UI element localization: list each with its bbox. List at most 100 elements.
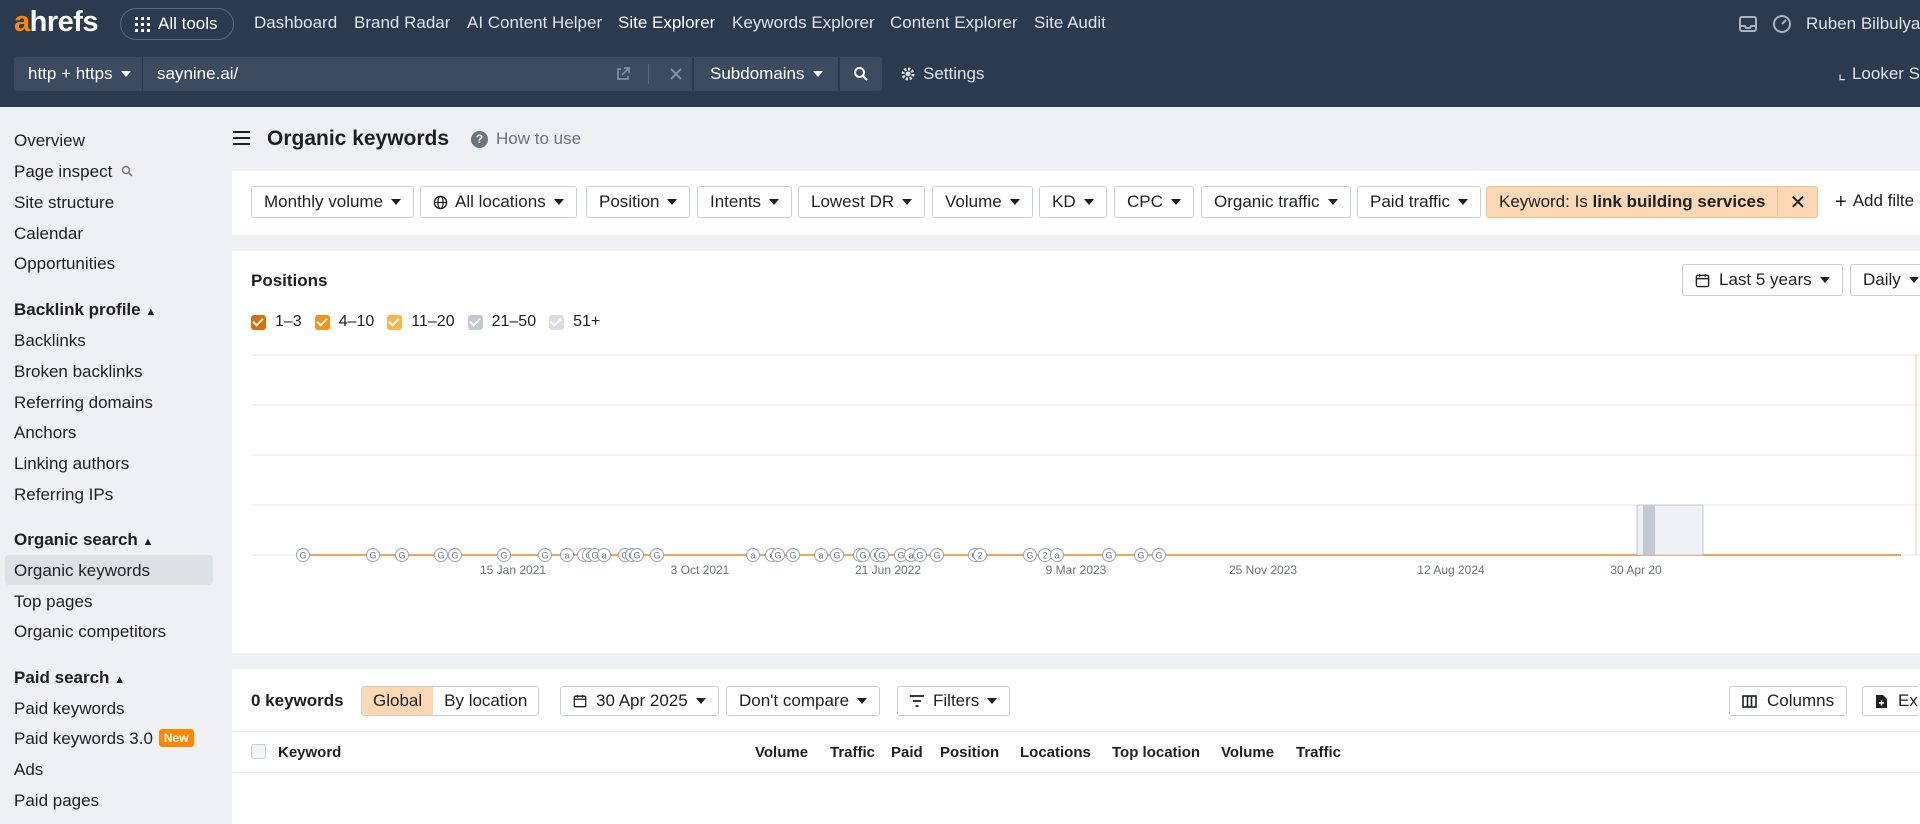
export-button[interactable]: Ex [1862, 686, 1918, 716]
filter-organic-traffic[interactable]: Organic traffic [1201, 186, 1351, 218]
menu-icon[interactable] [233, 131, 250, 145]
url-input[interactable]: saynine.ai/ [143, 57, 692, 91]
checkbox[interactable] [549, 314, 565, 330]
legend-item-1-3[interactable]: 1–3 [251, 313, 302, 331]
user-name[interactable]: Ruben Bilbulya [1806, 14, 1920, 34]
legend-item-11-20[interactable]: 11–20 [387, 313, 455, 331]
col-paid[interactable]: Paid [891, 744, 923, 761]
sidebar-item-paid-pages[interactable]: Paid pages [14, 791, 99, 811]
sidebar-item-organic-keywords[interactable]: Organic keywords [14, 561, 150, 581]
col-volume[interactable]: Volume [755, 744, 808, 761]
sidebar-item-linking-authors[interactable]: Linking authors [14, 454, 129, 474]
close-icon[interactable]: ✕ [1777, 187, 1817, 217]
add-filter-button[interactable]: + Add filte [1835, 191, 1914, 214]
col-keyword[interactable]: Keyword [278, 744, 341, 761]
settings-button[interactable]: Settings [900, 64, 984, 84]
link-icon: ⌞ [1838, 64, 1846, 83]
series-block-dark [1643, 505, 1655, 555]
nav-content-explorer[interactable]: Content Explorer [890, 13, 1018, 33]
sidebar-section-organic-search[interactable]: Organic search ▲ [14, 530, 153, 550]
sidebar-item-overview[interactable]: Overview [14, 131, 85, 151]
search-button[interactable] [840, 57, 882, 91]
nav-keywords-explorer[interactable]: Keywords Explorer [732, 13, 875, 33]
sidebar-item-opportunities[interactable]: Opportunities [14, 254, 115, 274]
sidebar-item-site-structure[interactable]: Site structure [14, 193, 114, 213]
col-top-location[interactable]: Top location [1112, 744, 1200, 761]
protocol-select[interactable]: http + https [14, 57, 142, 91]
filter-locations[interactable]: All locations [420, 186, 577, 218]
sidebar-item-referring-domains[interactable]: Referring domains [14, 393, 153, 413]
columns-button[interactable]: Columns [1729, 686, 1848, 716]
nav-site-audit[interactable]: Site Audit [1034, 13, 1106, 33]
interval-select[interactable]: Daily [1850, 264, 1920, 296]
sidebar-item-page-inspect[interactable]: Page inspect [14, 162, 133, 182]
filters-button[interactable]: Filters [897, 686, 1011, 716]
sidebar-item-broken-backlinks[interactable]: Broken backlinks [14, 362, 143, 382]
sidebar-section-backlink-profile[interactable]: Backlink profile ▲ [14, 300, 156, 320]
col-traffic-2[interactable]: Traffic [1296, 744, 1341, 761]
sidebar-item-paid-keywords[interactable]: Paid keywords [14, 699, 125, 719]
clear-icon[interactable] [669, 67, 683, 81]
sidebar-section-paid-search[interactable]: Paid search ▲ [14, 668, 125, 688]
external-link-icon[interactable] [615, 66, 631, 82]
filter-position[interactable]: Position [586, 186, 691, 218]
sidebar-item-referring-ips[interactable]: Referring IPs [14, 485, 113, 505]
filter-volume[interactable]: Volume [932, 186, 1033, 218]
columns-icon [1742, 694, 1757, 708]
annotation-label: a [601, 551, 606, 561]
checkbox[interactable] [387, 314, 403, 330]
filter-cpc[interactable]: CPC [1114, 186, 1194, 218]
sidebar-item-top-pages[interactable]: Top pages [14, 592, 92, 612]
sidebar-item-anchors[interactable]: Anchors [14, 423, 76, 443]
annotation-label: 2 [1042, 551, 1047, 561]
annotation-label: G [500, 551, 507, 561]
col-volume-2[interactable]: Volume [1221, 744, 1274, 761]
sidebar-item-paid-keywords-3[interactable]: Paid keywords 3.0 New [14, 729, 194, 749]
date-range-select[interactable]: Last 5 years [1682, 264, 1843, 296]
sidebar-item-ads[interactable]: Ads [14, 760, 43, 780]
nav-site-explorer[interactable]: Site Explorer [618, 13, 715, 33]
url-bar: http + https saynine.ai/ Subdomains Sett… [0, 48, 1920, 107]
how-to-use-link[interactable]: ? How to use [471, 129, 581, 149]
annotation-label: G [369, 551, 376, 561]
toggle-by-location[interactable]: By location [433, 687, 538, 715]
sidebar-item-calendar[interactable]: Calendar [14, 224, 83, 244]
filter-intents[interactable]: Intents [697, 186, 793, 218]
filter-lowest-dr[interactable]: Lowest DR [798, 186, 926, 218]
toggle-global[interactable]: Global [362, 687, 434, 715]
filter-keyword-active[interactable]: Keyword: Is link building services ✕ [1486, 186, 1819, 218]
date-select[interactable]: 30 Apr 2025 [560, 686, 719, 716]
chevron-down-icon [857, 698, 868, 704]
filter-monthly-volume[interactable]: Monthly volume [251, 186, 415, 218]
speed-icon[interactable] [1772, 14, 1792, 34]
nav-ai-content-helper[interactable]: AI Content Helper [467, 13, 602, 33]
ahrefs-logo[interactable]: ahrefs [14, 6, 99, 39]
sidebar-item-organic-competitors[interactable]: Organic competitors [14, 622, 166, 642]
col-locations[interactable]: Locations [1020, 744, 1091, 761]
all-tools-button[interactable]: All tools [120, 8, 234, 40]
col-traffic[interactable]: Traffic [830, 744, 875, 761]
checkbox[interactable] [314, 314, 330, 330]
col-position[interactable]: Position [940, 744, 999, 761]
looker-studio-link[interactable]: ⌞ Looker S [1838, 64, 1920, 84]
filter-kd[interactable]: KD [1039, 186, 1107, 218]
nav-dashboard[interactable]: Dashboard [254, 13, 337, 33]
globe-icon [433, 195, 448, 209]
mode-select[interactable]: Subdomains [694, 57, 838, 91]
filter-paid-traffic[interactable]: Paid traffic [1357, 186, 1482, 218]
chevron-up-icon: ▲ [145, 306, 157, 318]
checkbox[interactable] [251, 314, 266, 330]
nav-brand-radar[interactable]: Brand Radar [354, 13, 450, 33]
legend-item-21-50[interactable]: 21–50 [467, 313, 536, 331]
chevron-down-icon [812, 71, 823, 77]
compare-select[interactable]: Don't compare [726, 686, 881, 716]
checkbox[interactable] [467, 314, 483, 330]
legend-item-51-plus[interactable]: 51+ [549, 313, 600, 331]
legend-item-4-10[interactable]: 4–10 [314, 313, 374, 331]
select-all-checkbox[interactable] [251, 744, 266, 759]
chevron-up-icon: ▲ [114, 674, 126, 686]
inbox-icon[interactable] [1738, 14, 1758, 34]
annotation-label: a [818, 551, 823, 561]
sidebar-item-backlinks[interactable]: Backlinks [14, 331, 86, 351]
annotation-label: G [774, 551, 781, 561]
